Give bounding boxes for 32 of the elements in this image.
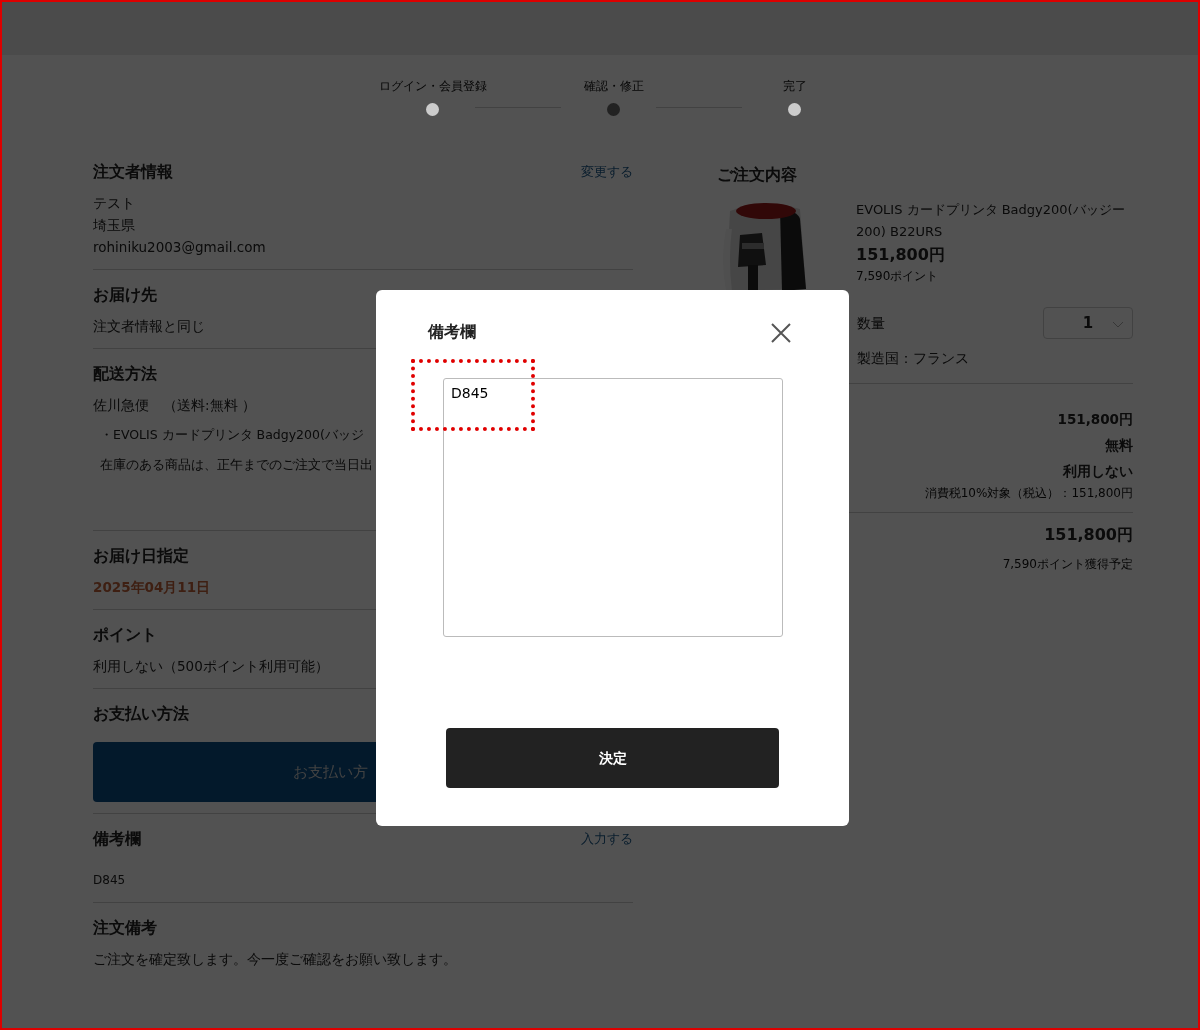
section-title: お届け先 [93,284,157,306]
tax-note: 消費税10%対象（税込）：151,800円 [923,485,1133,502]
delivery-date: 2025年04月11日 [93,578,211,597]
section-title: 注文備考 [93,917,157,939]
section-title: 備考欄 [93,828,141,850]
info-text: 利用しない（500ポイント利用可能） [93,657,329,676]
info-text: 埼玉県 [93,216,135,235]
section-title: お支払い方法 [93,703,189,725]
section-title: 注文者情報 [93,161,173,183]
info-text: rohiniku2003@gmail.com [93,238,266,257]
summary-value: 無料 [1104,436,1133,455]
modal-title: 備考欄 [428,321,476,343]
total-points: 7,590ポイント獲得予定 [1001,556,1133,573]
shipping-note: 在庫のある商品は、正午までのご注文で当日出 [100,456,373,474]
summary-value: 151,800円 [1056,410,1133,429]
product-points: 7,590ポイント [856,268,940,285]
section-title: 配送方法 [93,363,157,385]
step-label: 確認・修正 [583,78,644,95]
section-title: ポイント [93,624,157,646]
step-label: 完了 [782,78,807,95]
product-price: 151,800円 [856,244,946,266]
info-text: 佐川急便 （送料:無料 ） [93,396,256,415]
info-text: 注文者情報と同じ [93,317,205,336]
info-text: ご注文を確定致します。今一度ご確認をお願い致します。 [93,950,457,969]
remarks-text: D845 [93,872,126,889]
section-title: ご注文内容 [717,164,798,186]
origin-text: 製造国：フランス [857,349,969,368]
summary-value: 利用しない [1062,462,1133,481]
info-text: テスト [93,194,135,213]
quantity-label: 数量 [857,314,885,333]
section-title: お届け日指定 [93,545,189,567]
total-price: 151,800円 [1043,524,1133,546]
